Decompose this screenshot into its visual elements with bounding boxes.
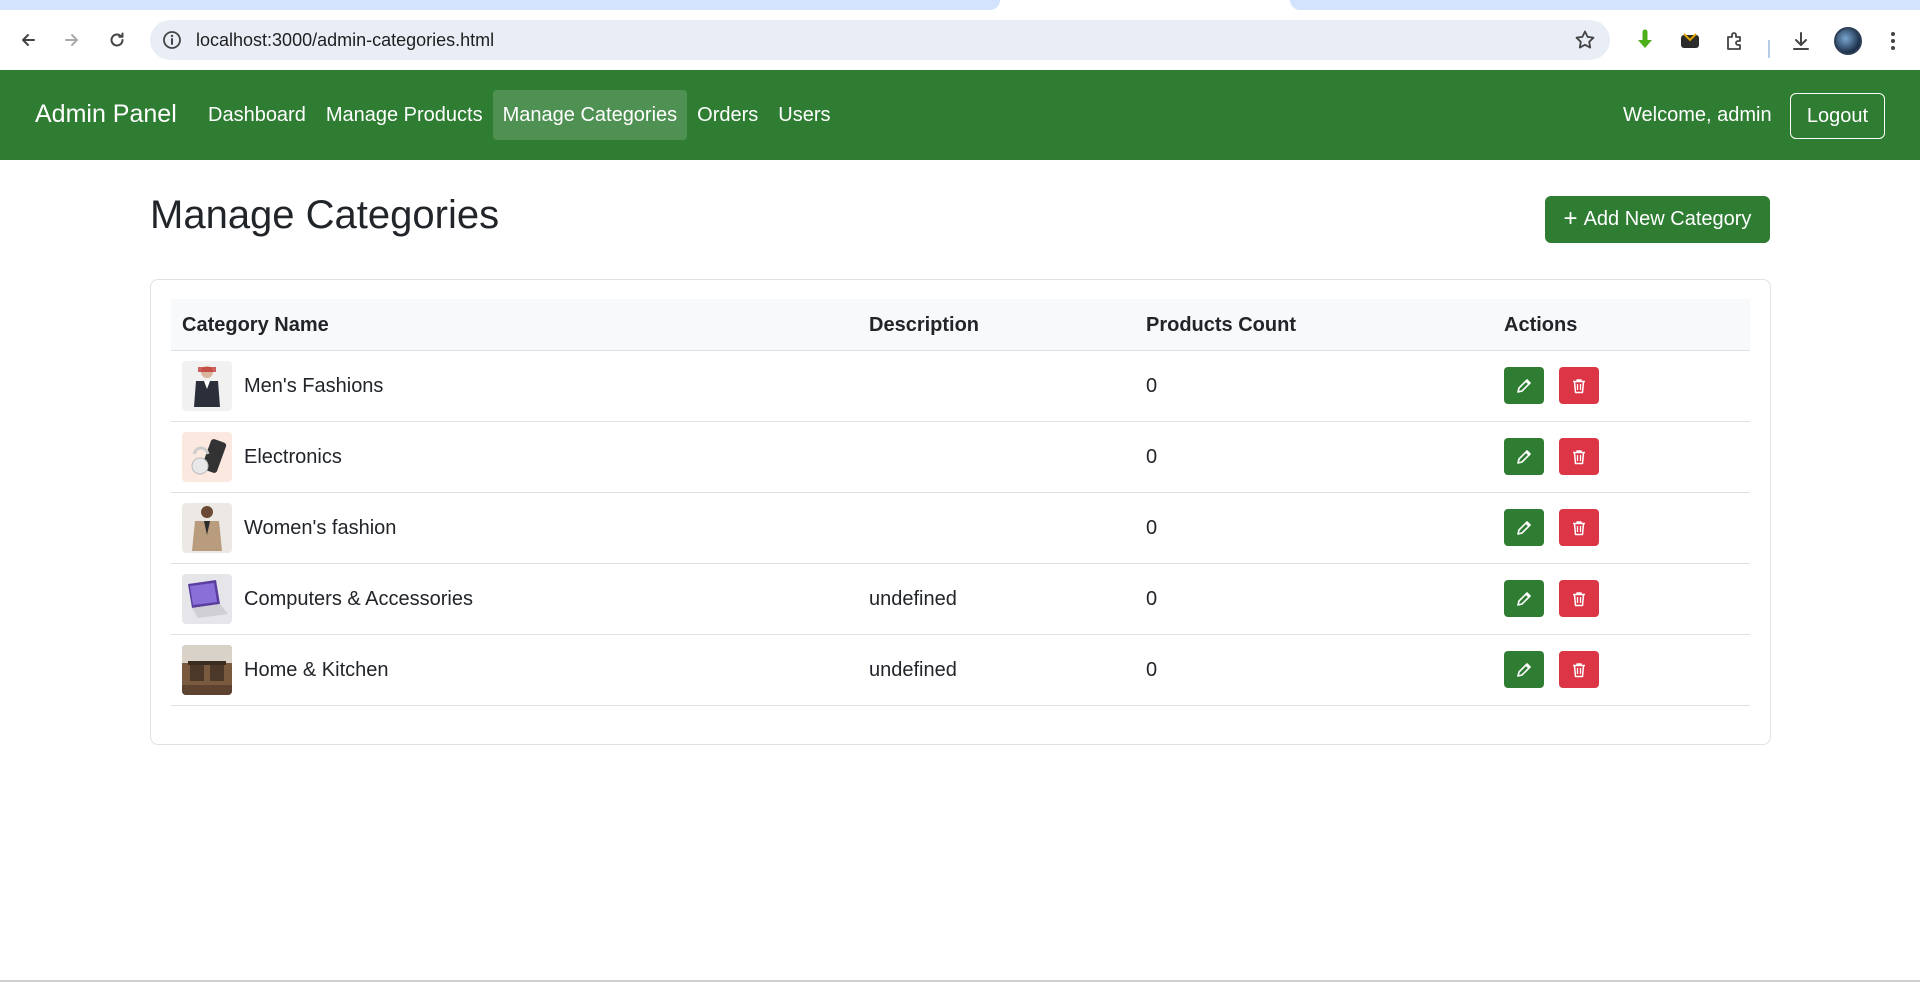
pencil-icon [1517, 449, 1531, 464]
navbar-brand[interactable]: Admin Panel [35, 100, 177, 129]
table-row: Men's Fashions 0 [171, 351, 1750, 422]
laptop-thumbnail [182, 574, 232, 624]
page-title: Manage Categories [150, 193, 500, 237]
forward-icon[interactable] [59, 27, 85, 53]
downloads-icon[interactable] [1787, 27, 1815, 55]
trash-icon [1573, 449, 1585, 464]
category-products-count: 0 [1146, 659, 1158, 681]
puzzle-icon[interactable] [1721, 27, 1749, 55]
pencil-icon [1517, 662, 1531, 677]
kebab-menu-icon[interactable] [1879, 27, 1907, 55]
browser-tab-area[interactable] [0, 0, 1000, 10]
nav-links: Dashboard Manage Products Manage Categor… [198, 90, 841, 140]
pencil-icon [1517, 520, 1531, 535]
plus-icon: + [1563, 204, 1578, 232]
category-products-count: 0 [1146, 446, 1158, 468]
delete-button[interactable] [1559, 651, 1599, 688]
category-name: Home & Kitchen [244, 659, 389, 681]
nav-link-dashboard[interactable]: Dashboard [198, 90, 316, 140]
pencil-icon [1517, 378, 1531, 393]
category-description: undefined [869, 588, 957, 610]
trash-icon [1573, 591, 1585, 606]
category-name: Computers & Accessories [244, 588, 473, 610]
nav-link-users[interactable]: Users [768, 90, 840, 140]
category-name: Electronics [244, 446, 342, 468]
categories-table: Category Name Description Products Count… [171, 299, 1750, 706]
womens-fashion-thumbnail [182, 503, 232, 553]
browser-tab-strip [0, 0, 1920, 10]
trash-icon [1573, 378, 1585, 393]
pencil-icon [1517, 591, 1531, 606]
edit-button[interactable] [1504, 509, 1544, 546]
delete-button[interactable] [1559, 509, 1599, 546]
header-description: Description [869, 314, 980, 336]
header-products-count: Products Count [1146, 314, 1296, 336]
home-kitchen-thumbnail [182, 645, 232, 695]
category-products-count: 0 [1146, 588, 1158, 610]
logout-button[interactable]: Logout [1790, 93, 1885, 139]
profile-avatar[interactable] [1834, 27, 1862, 55]
edit-button[interactable] [1504, 580, 1544, 617]
categories-card: Category Name Description Products Count… [150, 279, 1771, 745]
header-actions: Actions [1504, 314, 1578, 336]
download-extension-icon[interactable] [1631, 27, 1659, 55]
mens-fashion-thumbnail [182, 361, 232, 411]
delete-button[interactable] [1559, 580, 1599, 617]
back-icon[interactable] [15, 27, 41, 53]
table-row: Women's fashion 0 [171, 493, 1750, 564]
category-name: Men's Fashions [244, 375, 384, 397]
add-category-label: Add New Category [1583, 208, 1752, 230]
edit-button[interactable] [1504, 651, 1544, 688]
header-category-name: Category Name [182, 314, 329, 336]
extension-icon[interactable] [1676, 27, 1704, 55]
nav-link-manage-products[interactable]: Manage Products [316, 90, 493, 140]
category-name: Women's fashion [244, 517, 397, 539]
electronics-thumbnail [182, 432, 232, 482]
welcome-text: Welcome, admin [1623, 104, 1772, 126]
edit-button[interactable] [1504, 438, 1544, 475]
trash-icon [1573, 662, 1585, 677]
category-description: undefined [869, 659, 957, 681]
table-row: Home & Kitchen undefined 0 [171, 635, 1750, 706]
toolbar-divider [1768, 40, 1770, 58]
bookmark-star-icon[interactable] [1574, 29, 1596, 51]
browser-toolbar: localhost:3000/admin-categories.html [0, 10, 1920, 70]
nav-link-orders[interactable]: Orders [687, 90, 768, 140]
site-info-icon[interactable] [162, 30, 182, 50]
delete-button[interactable] [1559, 367, 1599, 404]
admin-navbar: Admin Panel Dashboard Manage Products Ma… [0, 70, 1920, 160]
reload-icon[interactable] [104, 27, 130, 53]
delete-button[interactable] [1559, 438, 1599, 475]
address-bar[interactable]: localhost:3000/admin-categories.html [150, 20, 1610, 60]
add-category-button[interactable]: + Add New Category [1545, 196, 1770, 243]
category-products-count: 0 [1146, 517, 1158, 539]
url-text[interactable]: localhost:3000/admin-categories.html [196, 30, 494, 51]
trash-icon [1573, 520, 1585, 535]
table-row: Electronics 0 [171, 422, 1750, 493]
category-products-count: 0 [1146, 375, 1158, 397]
edit-button[interactable] [1504, 367, 1544, 404]
table-header: Category Name Description Products Count… [171, 299, 1750, 351]
browser-tab-area-right[interactable] [1290, 0, 1920, 10]
table-row: Computers & Accessories undefined 0 [171, 564, 1750, 635]
nav-link-manage-categories[interactable]: Manage Categories [492, 90, 688, 140]
